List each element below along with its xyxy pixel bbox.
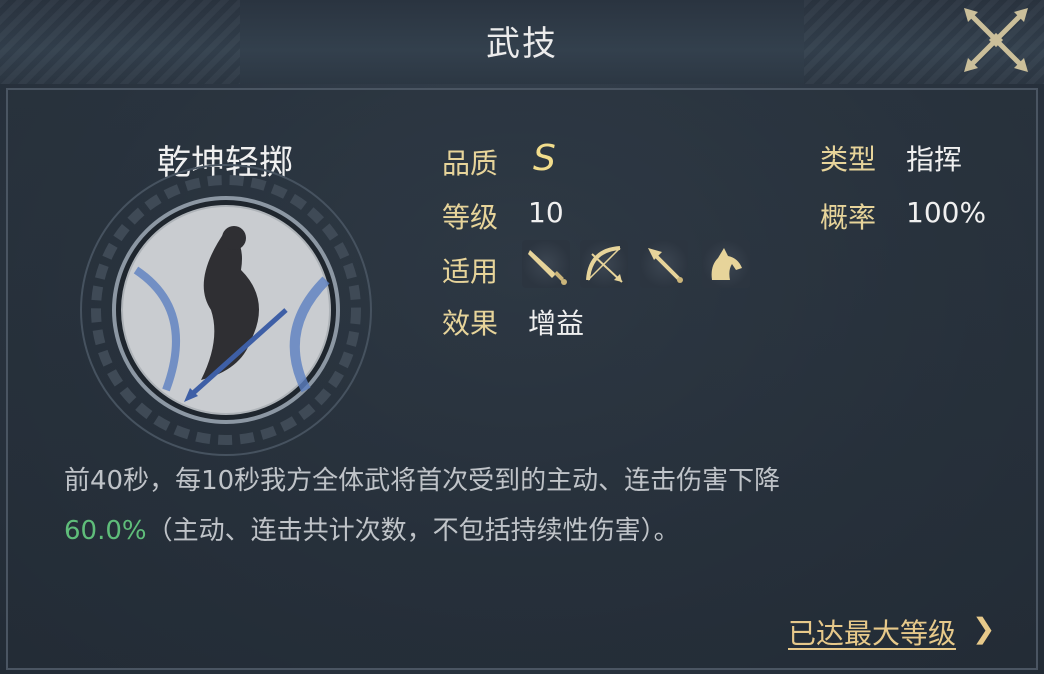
close-button[interactable] (958, 2, 1034, 78)
horse-icon (702, 240, 750, 288)
rate-label: 概率 (820, 201, 877, 234)
title-bar: 武技 (0, 0, 1044, 84)
bow-icon (580, 240, 628, 288)
description-line-1: 前40秒，每10秒我方全体武将首次受到的主动、连击伤害下降 (64, 466, 781, 496)
description-line-2: 60.0%（主动、连击共计次数，不包括持续性伤害）。 (64, 506, 964, 556)
spear-icon (640, 240, 688, 288)
description-note: （主动、连击共计次数，不包括持续性伤害）。 (146, 516, 680, 546)
applicable-label: 适用 (442, 255, 499, 288)
page-title: 武技 (486, 24, 558, 64)
quality-value: S (533, 138, 556, 179)
type-label: 类型 (820, 143, 877, 176)
max-level-link[interactable]: 已达最大等级 (788, 612, 956, 652)
rate-value: 100% (906, 196, 987, 229)
skill-description: 前40秒，每10秒我方全体武将首次受到的主动、连击伤害下降 60.0%（主动、连… (64, 456, 964, 556)
type-value: 指挥 (906, 143, 963, 176)
skill-emblem (76, 160, 376, 460)
close-icon (964, 8, 1028, 72)
quality-label: 品质 (442, 147, 499, 180)
sword-icon (522, 240, 570, 288)
effect-value: 增益 (528, 307, 585, 340)
chevron-right-icon[interactable]: ❯ (972, 612, 995, 645)
damage-reduction-percent: 60.0% (64, 516, 147, 546)
level-label: 等级 (442, 201, 499, 234)
level-value: 10 (528, 196, 564, 229)
effect-label: 效果 (442, 307, 499, 340)
